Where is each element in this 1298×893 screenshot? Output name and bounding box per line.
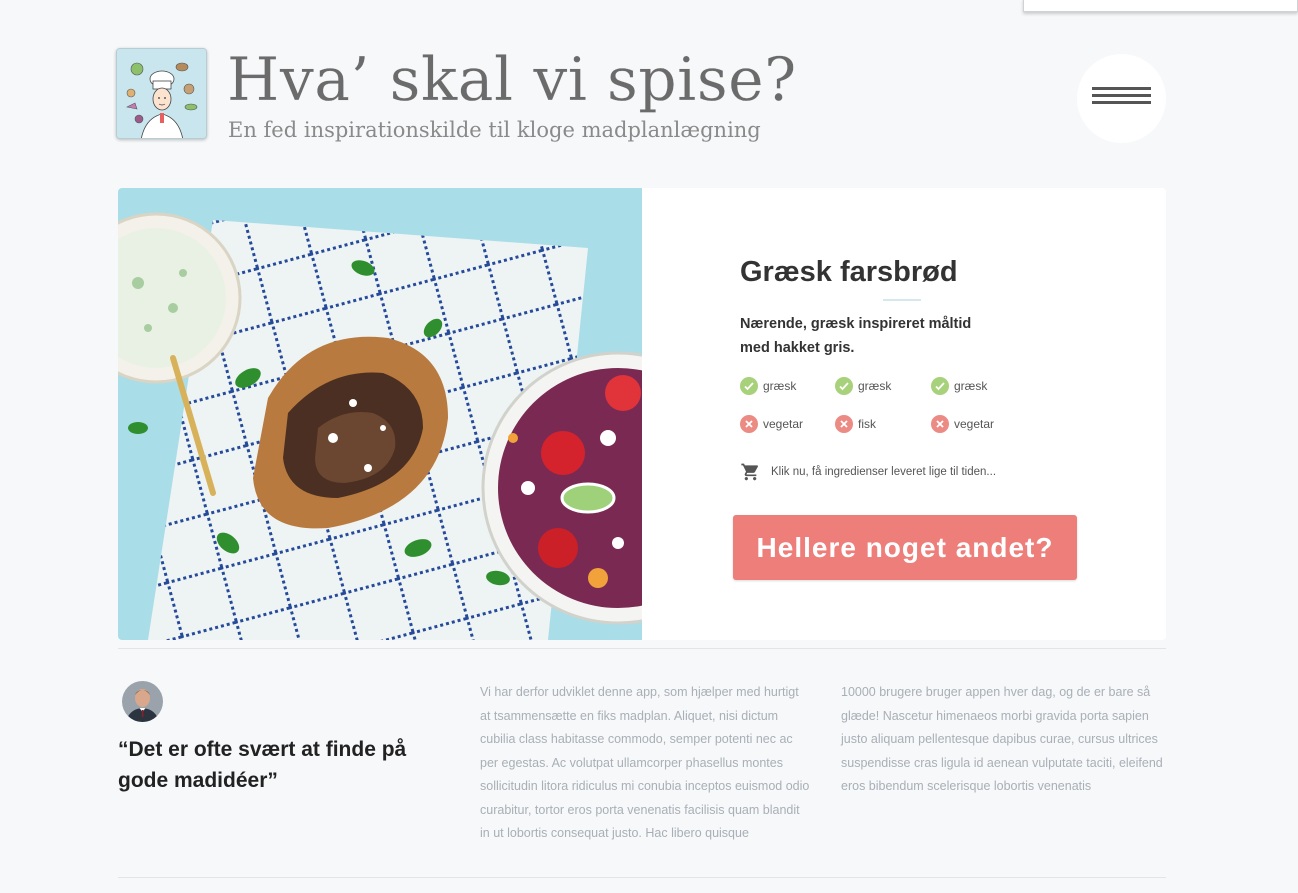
chef-logo-icon [117,49,206,138]
cart-link-label: Klik nu, få ingredienser leveret lige ti… [771,466,997,478]
section-divider [118,648,1166,649]
user-avatar [122,681,163,722]
tag-label: græsk [858,379,892,393]
tag-no-1: vegetar [740,414,803,434]
recipe-photo [118,188,642,640]
section-divider-bottom [118,877,1166,878]
site-subtitle: En fed inspirationskilde til kloge madpl… [228,118,761,142]
top-popup-panel [1023,0,1298,12]
cross-icon [835,415,853,433]
recipe-title: Græsk farsbrød [740,256,958,288]
something-else-button[interactable]: Hellere noget andet? [733,515,1077,580]
tag-label: vegetar [954,417,995,431]
hamburger-menu-button[interactable] [1077,54,1166,143]
tag-no-2: fisk [835,414,876,434]
site-title: Hva’ skal vi spise? [227,45,797,115]
recipe-description: Nærende, græsk inspireret måltid med hak… [740,316,972,356]
info-text-column-1: Vi har derfor udviklet denne app, som hj… [480,685,810,840]
tag-no-3: vegetar [931,414,994,434]
check-icon [931,377,949,395]
cart-link[interactable]: Klik nu, få ingredienser leveret lige ti… [740,461,996,483]
tag-yes-1: græsk [740,376,796,396]
tag-label: vegetar [763,417,804,431]
shopping-cart-icon [741,463,759,481]
tag-yes-2: græsk [835,376,891,396]
site-logo[interactable] [116,48,207,139]
tag-label: fisk [858,417,876,431]
title-divider [883,299,921,301]
tag-label: græsk [954,379,988,393]
testimonial-quote: “Det er ofte svært at finde på gode madi… [118,738,407,792]
check-icon [835,377,853,395]
cross-icon [931,415,949,433]
check-icon [740,377,758,395]
tag-yes-3: græsk [931,376,987,396]
cross-icon [740,415,758,433]
tag-label: græsk [763,379,797,393]
info-text-column-2: 10000 brugere bruger appen hver dag, og … [841,685,1163,793]
